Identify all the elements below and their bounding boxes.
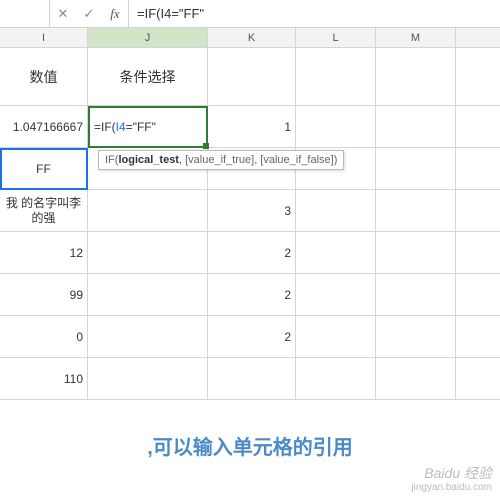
table-row: 99 2	[0, 274, 500, 316]
cell[interactable]	[88, 274, 208, 315]
cell[interactable]: 1	[208, 106, 296, 147]
formula-suffix: ="FF"	[126, 120, 156, 134]
column-headers: I J K L M	[0, 28, 500, 48]
cell[interactable]	[376, 148, 456, 189]
formula-input[interactable]: =IF(I4="FF"	[129, 0, 500, 27]
formula-prefix: =IF(	[94, 120, 116, 134]
col-header-j[interactable]: J	[88, 28, 208, 47]
cell[interactable]	[376, 232, 456, 273]
formula-bar: ✕ ✓ fx =IF(I4="FF"	[0, 0, 500, 28]
table-row: 12 2	[0, 232, 500, 274]
caption-text: ,可以输入单元格的引用	[147, 431, 353, 460]
header-cell-value[interactable]: 数值	[0, 48, 88, 105]
cell[interactable]	[88, 232, 208, 273]
formula-tooltip: IF(logical_test, [value_if_true], [value…	[98, 150, 344, 170]
cell[interactable]	[376, 106, 456, 147]
cell[interactable]: 1.047166667	[0, 106, 88, 147]
cell[interactable]	[88, 190, 208, 231]
active-cell-editor[interactable]: =IF(I4="FF"	[88, 106, 208, 148]
cell[interactable]	[296, 358, 376, 399]
cell[interactable]	[296, 232, 376, 273]
header-cell-condition[interactable]: 条件选择	[88, 48, 208, 105]
cell[interactable]	[296, 106, 376, 147]
cell[interactable]: 110	[0, 358, 88, 399]
watermark-url: jingyan.baidu.com	[411, 482, 492, 494]
cell[interactable]	[296, 190, 376, 231]
col-header-l[interactable]: L	[296, 28, 376, 47]
table-row: 1.047166667 1	[0, 106, 500, 148]
tooltip-fn: IF	[105, 154, 115, 166]
cell[interactable]	[376, 190, 456, 231]
cell[interactable]: 3	[208, 190, 296, 231]
table-row: 0 2	[0, 316, 500, 358]
cell[interactable]	[208, 358, 296, 399]
cell[interactable]	[296, 274, 376, 315]
cell[interactable]	[296, 316, 376, 357]
name-box[interactable]	[0, 0, 50, 27]
table-row: 数值 条件选择	[0, 48, 500, 106]
table-row: 110	[0, 358, 500, 400]
cell[interactable]	[88, 316, 208, 357]
cell[interactable]	[376, 48, 456, 105]
spreadsheet-grid: I J K L M 数值 条件选择 1.047166667 1 FF 我	[0, 28, 500, 400]
col-header-k[interactable]: K	[208, 28, 296, 47]
cell[interactable]	[376, 358, 456, 399]
watermark: Baidu 经验 jingyan.baidu.com	[411, 465, 492, 494]
cell[interactable]	[208, 48, 296, 105]
cell[interactable]	[296, 48, 376, 105]
cell[interactable]	[376, 316, 456, 357]
tooltip-arg-bold: logical_test	[118, 154, 179, 166]
cell[interactable]: 0	[0, 316, 88, 357]
col-header-i[interactable]: I	[0, 28, 88, 47]
cell[interactable]	[376, 274, 456, 315]
cell[interactable]: 我 的名字叫李的强	[0, 190, 88, 231]
cell-reference: I4	[116, 120, 126, 134]
cell[interactable]: 2	[208, 232, 296, 273]
cancel-icon[interactable]: ✕	[54, 5, 72, 23]
cell[interactable]: 2	[208, 274, 296, 315]
fx-icon[interactable]: fx	[106, 5, 124, 23]
table-row: 我 的名字叫李的强 3	[0, 190, 500, 232]
cell[interactable]: 12	[0, 232, 88, 273]
confirm-icon[interactable]: ✓	[80, 5, 98, 23]
cell[interactable]: FF	[0, 148, 88, 189]
cell[interactable]	[88, 358, 208, 399]
watermark-brand: Baidu 经验	[411, 465, 492, 482]
cell[interactable]: 99	[0, 274, 88, 315]
fill-handle[interactable]	[203, 143, 209, 149]
cell[interactable]: 2	[208, 316, 296, 357]
col-header-m[interactable]: M	[376, 28, 456, 47]
